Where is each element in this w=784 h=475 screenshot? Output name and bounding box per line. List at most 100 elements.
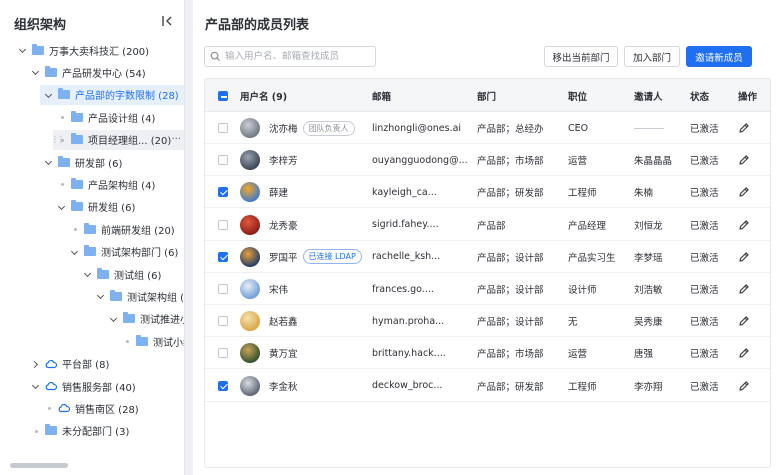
row-checkbox[interactable] [218, 187, 228, 198]
tree-node[interactable]: 未分配部门 (3) [31, 421, 129, 441]
user-name: 龙秀豪 [269, 220, 298, 232]
col-name: 用户名 (9) [240, 91, 288, 103]
tree-node[interactable]: 平台部 (8) [31, 354, 109, 374]
chevron-down-icon[interactable] [44, 157, 54, 167]
email-cell: frances.go.... [372, 283, 434, 295]
row-checkbox[interactable] [218, 316, 228, 327]
tree-node-label: 测试组 (6) [114, 270, 162, 282]
edit-pencil-icon[interactable] [738, 380, 750, 392]
row-checkbox[interactable] [218, 380, 228, 391]
table-row[interactable]: 宋伟 frances.go.... 产品部；设计部 设计师 刘浩敏 已激活 [205, 273, 770, 305]
status-badge: 已连接 LDAP [302, 249, 362, 265]
user-name: 宋伟 [269, 285, 289, 296]
folder-icon [71, 133, 83, 145]
chevron-down-icon[interactable] [83, 269, 93, 279]
cloud-dept-icon [58, 404, 70, 413]
chevron-down-icon[interactable] [18, 45, 28, 55]
tree-node[interactable]: 测试架构组 (6) [96, 286, 184, 306]
tree-node[interactable]: 销售服务部 (40) [31, 376, 136, 396]
tree-node[interactable]: 测试推进小组 [109, 309, 184, 329]
collapse-sidebar-icon[interactable] [160, 14, 174, 28]
row-checkbox[interactable] [218, 219, 228, 230]
chevron-down-icon[interactable] [31, 67, 41, 77]
avatar [240, 279, 260, 299]
table-row[interactable]: 赵若鑫 hyman.proha... 产品部；设计部 无 吴秀康 已激活 [205, 305, 770, 338]
leaf-dot-icon [70, 224, 80, 234]
edit-pencil-icon[interactable] [738, 122, 750, 134]
drag-handle-icon[interactable]: ⋮⋮ [51, 135, 65, 144]
tree-node[interactable]: 销售南区 (28) [44, 398, 139, 418]
avatar [240, 118, 260, 138]
tree-node[interactable]: 测试小组 [122, 331, 184, 351]
table-row[interactable]: 罗国平 已连接 LDAP rachelle_ksh... 产品部；设计部 产品实习生 李梦… [205, 241, 770, 273]
tree-node[interactable]: 产品设计组 (4) [57, 107, 155, 127]
status-cell: 已激活 [690, 188, 719, 200]
table-row[interactable]: 沈亦梅 团队负责人 linzhongli@ones.ai 产品部；总经办 CEO 已激活 [205, 112, 770, 144]
tree-node[interactable]: 产品研发中心 (54) [31, 62, 146, 82]
remove-from-dept-button[interactable]: 移出当前部门 [544, 46, 618, 67]
select-all-checkbox[interactable] [218, 91, 228, 101]
tree-node-label: 产品部的字数限制 (28) [75, 91, 179, 103]
edit-pencil-icon[interactable] [738, 315, 750, 327]
table-row[interactable]: 龙秀豪 sigrid.fahey.... 产品部 产品经理 刘恒龙 已激活 [205, 209, 770, 241]
member-panel: 产品部的成员列表 移出当前部门 加入部门 邀请新成员 用户名 (9) 邮箱 部门… [193, 0, 784, 475]
row-checkbox[interactable] [218, 284, 228, 294]
edit-pencil-icon[interactable] [738, 283, 750, 295]
folder-icon [71, 177, 83, 189]
tree-node[interactable]: 测试架构部门 (6) [70, 242, 178, 262]
row-checkbox[interactable] [218, 251, 228, 262]
edit-pencil-icon[interactable] [738, 251, 750, 263]
table-row[interactable]: 李金秋 deckow_broc... 产品部；研发部 工程师 李亦翔 已激活 [205, 370, 770, 402]
search-input[interactable] [225, 51, 370, 62]
user-name-cell: 黄万宜 [269, 337, 298, 369]
position-cell: 无 [568, 317, 578, 329]
chevron-down-icon[interactable] [31, 381, 41, 391]
avatar [240, 150, 260, 171]
tree-node[interactable]: 研发部 (6) [44, 152, 122, 172]
tree-node[interactable]: 测试组 (6) [83, 264, 161, 284]
tree-node-label: 销售南区 (28) [75, 404, 139, 416]
edit-pencil-icon[interactable] [738, 186, 750, 198]
tree-node-label: 研发部 (6) [75, 158, 123, 170]
inviter-cell: 唐强 [634, 349, 654, 361]
user-name-cell: 薛建 [269, 176, 288, 208]
chevron-down-icon[interactable] [44, 90, 54, 100]
tree-node[interactable]: 研发组 (6) [57, 197, 135, 217]
search-box[interactable] [204, 46, 376, 67]
chevron-down-icon[interactable] [109, 314, 119, 324]
table-row[interactable]: 黄万宜 brittany.hack.... 产品部；市场部 运营 唐强 已激活 [205, 337, 770, 370]
invite-member-button[interactable]: 邀请新成员 [686, 46, 752, 67]
tree-node[interactable]: 产品架构组 (4) [57, 174, 155, 194]
tree-node-label: 未分配部门 (3) [62, 427, 130, 439]
join-dept-button[interactable]: 加入部门 [624, 46, 680, 67]
chevron-down-icon[interactable] [57, 202, 67, 212]
table-row[interactable]: 李梓芳 ouyangguodong@... 产品部；市场部 运营 朱晶晶晶 已激活 [205, 144, 770, 177]
tree-node[interactable]: 产品部的字数限制 (28) [40, 84, 184, 105]
page-title: 产品部的成员列表 [205, 18, 310, 33]
avatar [240, 311, 260, 332]
chevron-down-icon[interactable] [70, 247, 80, 257]
email-cell: hyman.proha... [372, 315, 445, 327]
position-cell: 产品实习生 [568, 252, 616, 264]
tree-node[interactable]: 万事大卖科技汇 (200) [18, 40, 149, 60]
chevron-right-icon[interactable] [31, 359, 41, 369]
empty-dash [634, 127, 664, 129]
position-cell: CEO [568, 122, 589, 134]
cloud-dept-icon [45, 359, 57, 368]
more-icon[interactable]: ··· [171, 134, 181, 145]
avatar [240, 246, 260, 267]
user-name: 沈亦梅 [269, 124, 298, 135]
row-checkbox[interactable] [218, 155, 228, 166]
table-row[interactable]: 薛建 kayleigh_ca... 产品部；研发部 工程师 朱楠 已激活 [205, 176, 770, 209]
tree-node-label: 平台部 (8) [62, 360, 110, 372]
row-checkbox[interactable] [218, 348, 228, 359]
chevron-down-icon[interactable] [96, 291, 106, 301]
edit-pencil-icon[interactable] [738, 219, 750, 231]
tree-horizontal-scrollbar[interactable] [10, 463, 68, 468]
tree-node[interactable]: 项目经理组... (20) ⋮⋮ ··· [51, 129, 184, 150]
row-checkbox[interactable] [218, 123, 228, 133]
edit-pencil-icon[interactable] [738, 347, 750, 359]
edit-pencil-icon[interactable] [738, 154, 750, 166]
tree-node[interactable]: 前端研发组 (20) [70, 219, 175, 239]
user-name-cell: 宋伟 [269, 273, 288, 305]
